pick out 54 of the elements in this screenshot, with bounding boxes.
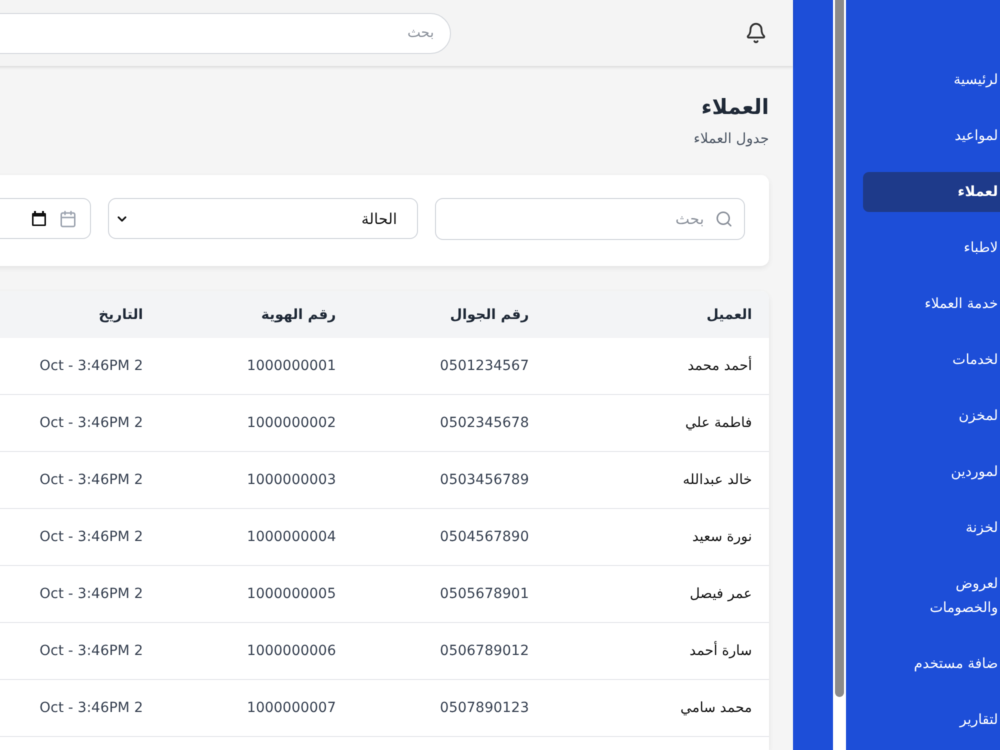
- table-cell: Oct - 3:46PM 2: [40, 472, 143, 488]
- sidebar-item[interactable]: لاطباء: [863, 228, 1000, 268]
- table-cell-text: 0507890123: [438, 700, 530, 716]
- table-cell-text: محمد سامي: [679, 700, 753, 716]
- table-cell-text: 1000000007: [246, 700, 337, 716]
- table-cell-text: 0503456789: [438, 472, 530, 488]
- sidebar-item[interactable]: لخزنة: [863, 508, 1000, 548]
- sidebar-item[interactable]: لمواعيد: [863, 116, 1000, 156]
- table-cell: Oct - 3:46PM 2: [40, 700, 143, 716]
- sidebar-item[interactable]: لموردين: [863, 452, 1000, 492]
- column-header: رقم الهوية: [260, 306, 337, 322]
- table-cell-text: 1000000002: [246, 415, 337, 431]
- table-cell: Oct - 3:46PM 2: [40, 586, 143, 602]
- table-cell-text: 0504567890: [438, 529, 530, 545]
- table-cell-text: فاطمة علي: [684, 415, 753, 431]
- table-cell-text: نورة سعيد: [691, 529, 753, 545]
- table-cell-text: 0505678901: [438, 586, 530, 602]
- sidebar-item[interactable]: لرئيسية: [863, 60, 1000, 100]
- table-cell-text: خالد عبدالله: [682, 472, 753, 488]
- sidebar-item[interactable]: لعملاء: [863, 172, 1000, 212]
- table-cell-text: 0506789012: [438, 643, 530, 659]
- sidebar-item[interactable]: لخدمات: [863, 340, 1000, 380]
- table-cell: Oct - 3:46PM 2: [40, 529, 143, 545]
- search-icon: [715, 210, 733, 228]
- table-cell-text: 0501234567: [438, 358, 530, 374]
- status-select[interactable]: الحالة: [108, 198, 418, 239]
- table-cell-text: 1000000003: [246, 472, 337, 488]
- bell-icon[interactable]: [745, 22, 767, 44]
- sidebar-item[interactable]: خدمة العملاء: [863, 284, 1000, 324]
- table-cell-text: 1000000001: [246, 358, 337, 374]
- table-cell-text: 0502345678: [438, 415, 530, 431]
- column-header: رقم الجوال: [449, 306, 530, 322]
- page-subtitle: جدول العملاء: [692, 130, 769, 149]
- scrollbar-thumb[interactable]: [835, 0, 844, 697]
- calendar-icon[interactable]: [32, 211, 46, 226]
- column-header: العميل: [705, 306, 753, 322]
- table-cell-text: 1000000004: [246, 529, 337, 545]
- table-cell-text: 1000000006: [246, 643, 337, 659]
- table-cell-text: سارة أحمد: [688, 643, 753, 659]
- search-field[interactable]: بحث: [435, 198, 745, 240]
- calendar-icon: [59, 210, 77, 228]
- sidebar-item[interactable]: ضافة مستخدم: [863, 644, 1000, 684]
- sidebar-item[interactable]: لتقارير: [863, 700, 1000, 740]
- table-cell-text: عمر فيصل: [688, 586, 753, 602]
- table-cell-text: أحمد محمد: [686, 358, 753, 374]
- column-header: التاريخ: [98, 306, 144, 322]
- sidebar-item[interactable]: لعروض والخصومات: [863, 564, 1000, 628]
- page-title: العملاء: [700, 94, 769, 121]
- table-cell: Oct - 3:46PM 2: [40, 358, 143, 374]
- table-cell: Oct - 3:46PM 2: [40, 415, 143, 431]
- sidebar-item[interactable]: لمخزن: [863, 396, 1000, 436]
- search-field[interactable]: بحث: [0, 12, 451, 54]
- table-cell: Oct - 3:46PM 2: [40, 643, 143, 659]
- table-cell-text: 1000000005: [246, 586, 337, 602]
